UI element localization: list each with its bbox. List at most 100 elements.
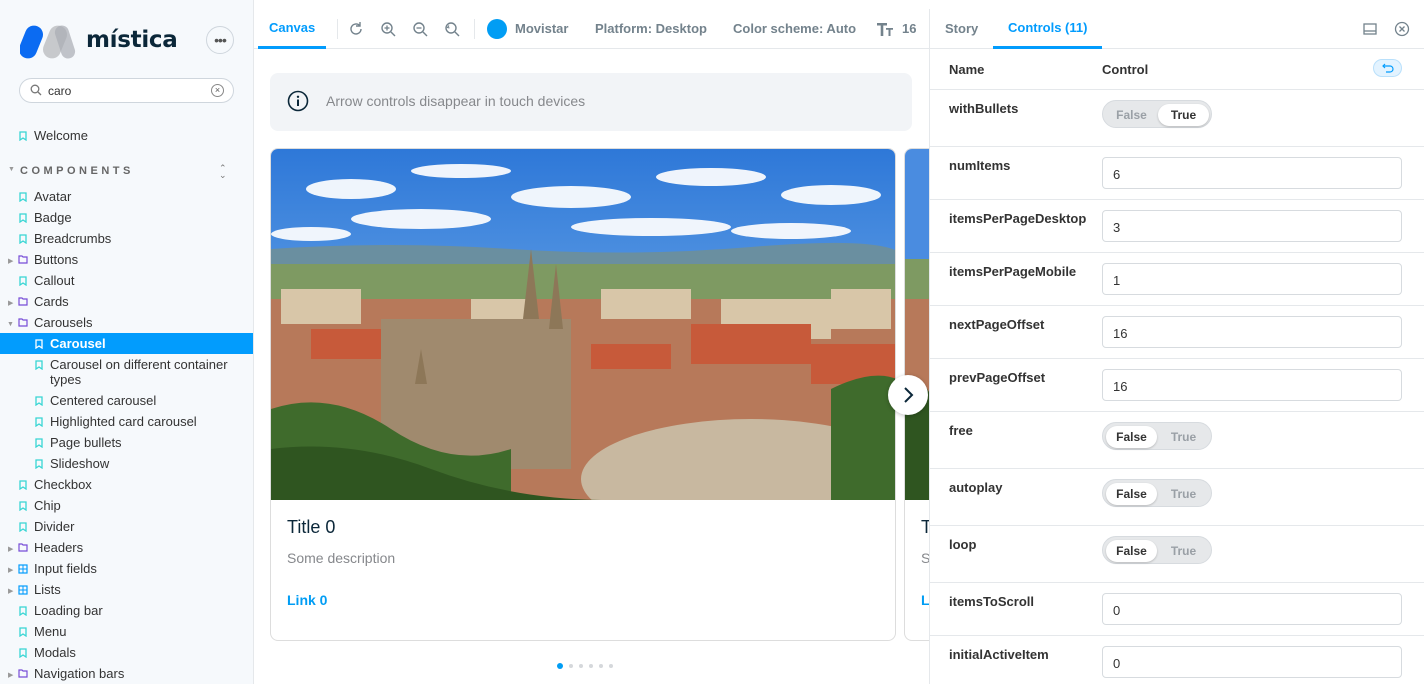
folder-icon (18, 543, 28, 552)
bullet[interactable] (569, 664, 573, 668)
sidebar-item-callout[interactable]: Callout (0, 272, 253, 290)
card-link[interactable]: L (921, 592, 929, 608)
autoplay-toggle[interactable]: False True (1102, 479, 1212, 507)
brand-selector[interactable]: Movistar (515, 9, 568, 49)
search-input[interactable] (48, 82, 208, 100)
sidebar-item-page-bullets[interactable]: Page bullets (0, 434, 253, 452)
loop-toggle[interactable]: False True (1102, 536, 1212, 564)
sidebar-item-label: Centered carousel (50, 393, 157, 408)
sidebar-item-avatar[interactable]: Avatar (0, 188, 253, 206)
control-row-free: free False True (930, 412, 1424, 469)
control-row-loop: loop False True (930, 526, 1424, 583)
sidebar-item-chip[interactable]: Chip (0, 497, 253, 515)
panel-position-icon[interactable] (1362, 21, 1378, 37)
sidebar-item-label: Avatar (34, 189, 72, 204)
sidebar-item-loading-bar[interactable]: Loading bar (0, 602, 253, 620)
caret-right-icon: ▶ (8, 672, 14, 679)
bullet[interactable] (599, 664, 603, 668)
sidebar-item-label: Cards (34, 294, 69, 309)
numitems-input[interactable]: 6 (1102, 157, 1402, 189)
itemsperpagemobile-input[interactable]: 1 (1102, 263, 1402, 295)
sidebar-item-highlighted-card-carousel[interactable]: Highlighted card carousel (0, 413, 253, 431)
sidebar-item-buttons[interactable]: ▶ Buttons (0, 251, 253, 269)
ellipsis-icon: ••• (214, 32, 227, 48)
toggle-false-option[interactable]: False (1106, 540, 1157, 562)
sidebar-item-menu[interactable]: Menu (0, 623, 253, 641)
card-image (271, 149, 895, 500)
sidebar-item-checkbox[interactable]: Checkbox (0, 476, 253, 494)
color-scheme-selector[interactable]: Color scheme: Auto (733, 9, 856, 49)
bullet-active[interactable] (557, 663, 563, 669)
sidebar-item-navigation-bars[interactable]: ▶ Navigation bars (0, 665, 253, 683)
sidebar-item-cards[interactable]: ▶ Cards (0, 293, 253, 311)
toggle-true-option[interactable]: True (1158, 540, 1209, 562)
platform-selector[interactable]: Platform: Desktop (595, 9, 707, 49)
sidebar-item-centered-carousel[interactable]: Centered carousel (0, 392, 253, 410)
bookmark-icon (35, 339, 43, 349)
initialactiveitem-input[interactable]: 0 (1102, 646, 1402, 678)
sidebar-item-slideshow[interactable]: Slideshow (0, 455, 253, 473)
nextpageoffset-input[interactable]: 16 (1102, 316, 1402, 348)
itemsperpagedesktop-input[interactable]: 3 (1102, 210, 1402, 242)
card-link[interactable]: Link 0 (287, 592, 327, 608)
sidebar-item-welcome[interactable]: Welcome (0, 127, 253, 145)
tab-story[interactable]: Story (945, 9, 978, 49)
bullet[interactable] (589, 664, 593, 668)
prevpageoffset-input[interactable]: 16 (1102, 369, 1402, 401)
sidebar-item-badge[interactable]: Badge (0, 209, 253, 227)
sidebar-item-breadcrumbs[interactable]: Breadcrumbs (0, 230, 253, 248)
reset-controls-button[interactable] (1373, 59, 1402, 77)
caret-right-icon: ▶ (8, 567, 14, 574)
control-row-autoplay: autoplay False True (930, 469, 1424, 526)
more-options-button[interactable]: ••• (206, 26, 234, 54)
sidebar-item-lists[interactable]: ▶ Lists (0, 581, 253, 599)
reload-icon[interactable] (348, 21, 364, 37)
sidebar-item-headers[interactable]: ▶ Headers (0, 539, 253, 557)
withbullets-toggle[interactable]: False True (1102, 100, 1212, 128)
control-name: prevPageOffset (949, 370, 1046, 385)
zoom-reset-icon[interactable] (444, 21, 460, 37)
font-size-value[interactable]: 16 (902, 9, 916, 49)
sidebar-item-input-fields[interactable]: ▶ Input fields (0, 560, 253, 578)
zoom-in-icon[interactable] (380, 21, 396, 37)
bullet[interactable] (579, 664, 583, 668)
toggle-true-option[interactable]: True (1158, 426, 1209, 448)
control-name: itemsPerPageDesktop (949, 211, 1087, 226)
sidebar-item-carousel[interactable]: Carousel (0, 333, 253, 354)
font-size-icon[interactable] (876, 20, 894, 38)
sidebar-item-divider[interactable]: Divider (0, 518, 253, 536)
sidebar-item-carousel-different-containers[interactable]: Carousel on different container types (0, 356, 253, 392)
section-caret-icon[interactable]: ▼ (8, 166, 15, 173)
bookmark-icon (19, 276, 27, 286)
sidebar-item-label: Breadcrumbs (34, 231, 112, 246)
sidebar-item-carousels[interactable]: ▼ Carousels (0, 314, 253, 332)
close-panel-icon[interactable] (1394, 21, 1410, 37)
card-image (905, 149, 929, 500)
toggle-false-option[interactable]: False (1106, 483, 1157, 505)
itemstoscroll-input[interactable]: 0 (1102, 593, 1402, 625)
mistica-logo-icon (20, 25, 76, 59)
toggle-true-option[interactable]: True (1158, 483, 1209, 505)
toggle-false-option[interactable]: False (1106, 104, 1157, 126)
caret-right-icon: ▶ (8, 588, 14, 595)
bullet[interactable] (609, 664, 613, 668)
sidebar-item-modals[interactable]: Modals (0, 644, 253, 662)
next-page-button[interactable] (888, 375, 928, 415)
tab-controls[interactable]: Controls (11) (993, 9, 1103, 49)
control-name: withBullets (949, 101, 1019, 116)
mistica-logo[interactable]: mística (20, 20, 178, 60)
tab-canvas[interactable]: Canvas (258, 9, 327, 49)
clear-search-icon[interactable]: × (211, 84, 224, 97)
sidebar-item-label: Carousel (50, 336, 106, 351)
expand-collapse-icon[interactable]: ⌃ ⌄ (219, 164, 227, 180)
zoom-out-icon[interactable] (412, 21, 428, 37)
toggle-true-option[interactable]: True (1158, 104, 1209, 126)
bookmark-icon (19, 480, 27, 490)
controls-header: Name Control (930, 49, 1424, 90)
toggle-false-option[interactable]: False (1106, 426, 1157, 448)
section-components[interactable]: COMPONENTS (20, 165, 134, 177)
search-box[interactable]: × (19, 78, 234, 103)
free-toggle[interactable]: False True (1102, 422, 1212, 450)
carousel-card[interactable]: Title 0 Some description Link 0 (270, 148, 896, 641)
sidebar-item-label: Lists (34, 582, 61, 597)
